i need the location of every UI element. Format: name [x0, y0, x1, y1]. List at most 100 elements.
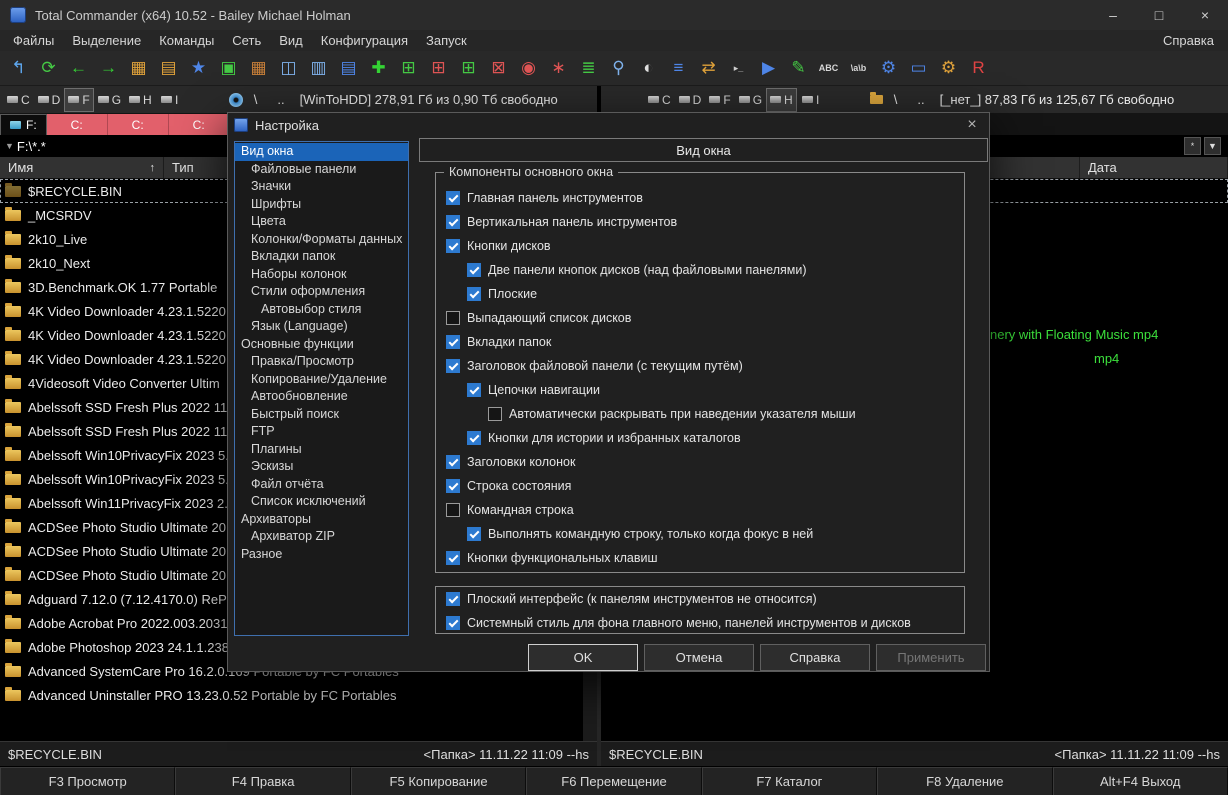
menu-item[interactable]: Выделение [63, 33, 150, 48]
settings-category-item[interactable]: Разное [235, 546, 408, 564]
split-vertical-icon[interactable]: ▥ [305, 55, 332, 82]
chevron-down-icon[interactable]: ▼ [5, 141, 14, 151]
parent-dir-button[interactable]: .. [908, 92, 933, 107]
checkbox-row[interactable]: Плоские [467, 282, 958, 306]
checkbox-box[interactable] [488, 407, 502, 421]
checkbox-box[interactable] [446, 616, 460, 630]
pack-icon[interactable]: ◉ [515, 55, 542, 82]
command-prompt-icon[interactable]: ▸_ [725, 55, 752, 82]
function-key-button[interactable]: F4 Правка [175, 767, 350, 795]
full-view-icon[interactable]: ▤ [155, 55, 182, 82]
favorites-button[interactable]: * [1184, 137, 1201, 155]
checkbox-row[interactable]: Вертикальная панель инструментов [446, 210, 958, 234]
drive-button[interactable]: G [736, 89, 765, 111]
drive-button[interactable]: C [4, 89, 33, 111]
checkbox-row[interactable]: Системный стиль для фона главного меню, … [446, 611, 958, 635]
checkbox-row[interactable]: Цепочки навигации [467, 378, 958, 402]
checkbox-row[interactable]: Командная строка [446, 498, 958, 522]
menu-item[interactable]: Вид [270, 33, 312, 48]
checkbox-row[interactable]: Главная панель инструментов [446, 186, 958, 210]
search-icon[interactable]: ⚲ [605, 55, 632, 82]
drive-button[interactable]: H [767, 89, 796, 111]
regex-rename-icon[interactable]: \a\b [845, 55, 872, 82]
tree-view-icon[interactable]: ≣ [575, 55, 602, 82]
checkbox-box[interactable] [446, 215, 460, 229]
checkbox-box[interactable] [446, 503, 460, 517]
compare-dirs-icon[interactable]: ▤ [335, 55, 362, 82]
drive-button[interactable]: F [65, 89, 92, 111]
function-key-button[interactable]: F8 Удаление [877, 767, 1052, 795]
registry-icon[interactable]: R [965, 55, 992, 82]
checkbox-row[interactable]: Заголовки колонок [446, 450, 958, 474]
remote-desktop-icon[interactable]: ▭ [905, 55, 932, 82]
maximize-button[interactable]: □ [1136, 0, 1182, 30]
folder-tab[interactable]: C: [47, 114, 108, 135]
checkbox-row[interactable]: Кнопки для истории и избранных каталогов [467, 426, 958, 450]
settings-category-item[interactable]: Цвета [235, 213, 408, 231]
drive-button[interactable]: H [126, 89, 155, 111]
settings-category-item[interactable]: Архиваторы [235, 511, 408, 529]
folder-tab[interactable]: F: [0, 114, 47, 135]
checkbox-box[interactable] [446, 592, 460, 606]
settings-category-item[interactable]: Значки [235, 178, 408, 196]
file-name-fragment[interactable]: nery with Floating Music mp4 [990, 323, 1158, 347]
drive-button[interactable]: C [645, 89, 674, 111]
column-header-name[interactable]: Имя ↑ [0, 157, 164, 178]
dialog-close-icon[interactable]: × [961, 116, 983, 134]
function-key-button[interactable]: F3 Просмотр [0, 767, 175, 795]
folder-tab[interactable]: C: [169, 114, 230, 135]
drive-button[interactable]: F [706, 89, 733, 111]
run-icon[interactable]: ▶ [755, 55, 782, 82]
settings-category-item[interactable]: Правка/Просмотр [235, 353, 408, 371]
split-horizontal-icon[interactable]: ◫ [275, 55, 302, 82]
settings-category-item[interactable]: Автовыбор стиля [235, 301, 408, 319]
back-dir-icon[interactable]: ← [65, 55, 92, 82]
checkbox-row[interactable]: Две панели кнопок дисков (над файловыми … [467, 258, 958, 282]
checkbox-box[interactable] [446, 359, 460, 373]
checkbox-box[interactable] [467, 383, 481, 397]
minimize-button[interactable]: – [1090, 0, 1136, 30]
settings-category-item[interactable]: Быстрый поиск [235, 406, 408, 424]
checkbox-row[interactable]: Кнопки дисков [446, 234, 958, 258]
close-button[interactable]: × [1182, 0, 1228, 30]
dialog-button[interactable]: Справка [760, 644, 870, 671]
settings-category-item[interactable]: Язык (Language) [235, 318, 408, 336]
sync-dirs-icon[interactable]: ⇄ [695, 55, 722, 82]
ftp-icon[interactable]: ◐ [635, 55, 662, 82]
settings-category-item[interactable]: Копирование/Удаление [235, 371, 408, 389]
checkbox-box[interactable] [467, 527, 481, 541]
drive-button[interactable]: G [95, 89, 124, 111]
settings-category-item[interactable]: Вкладки папок [235, 248, 408, 266]
settings-category-item[interactable]: Список исключений [235, 493, 408, 511]
checkbox-box[interactable] [467, 287, 481, 301]
settings-category-item[interactable]: Стили оформления [235, 283, 408, 301]
menu-item[interactable]: Файлы [4, 33, 63, 48]
settings-category-item[interactable]: FTP [235, 423, 408, 441]
brief-view-icon[interactable]: ▦ [125, 55, 152, 82]
settings-category-item[interactable]: Основные функции [235, 336, 408, 354]
drive-button[interactable]: I [157, 89, 183, 111]
checkbox-box[interactable] [446, 191, 460, 205]
checkbox-box[interactable] [467, 431, 481, 445]
editor-icon[interactable]: ✎ [785, 55, 812, 82]
function-key-button[interactable]: F6 Перемещение [526, 767, 701, 795]
checkbox-row[interactable]: Плоский интерфейс (к панелям инструменто… [446, 587, 958, 611]
settings-category-item[interactable]: Файл отчёта [235, 476, 408, 494]
dialog-titlebar[interactable]: Настройка × [228, 113, 989, 137]
favorites-icon[interactable]: ★ [185, 55, 212, 82]
checkbox-box[interactable] [446, 551, 460, 565]
settings-gear-icon[interactable]: ⚙ [875, 55, 902, 82]
checkbox-row[interactable]: Кнопки функциональных клавиш [446, 546, 958, 570]
drive-button[interactable]: D [35, 89, 64, 111]
checkbox-row[interactable]: Выпадающий список дисков [446, 306, 958, 330]
checkbox-box[interactable] [467, 263, 481, 277]
settings-category-item[interactable]: Шрифты [235, 196, 408, 214]
dialog-button[interactable]: Отмена [644, 644, 754, 671]
menu-item[interactable]: Сеть [223, 33, 270, 48]
back-icon[interactable]: ↰ [5, 55, 32, 82]
grid-add-icon[interactable]: ⊞ [395, 55, 422, 82]
checkbox-box[interactable] [446, 335, 460, 349]
checkbox-row[interactable]: Заголовок файловой панели (с текущим пут… [446, 354, 958, 378]
checkbox-row[interactable]: Строка состояния [446, 474, 958, 498]
settings-category-item[interactable]: Плагины [235, 441, 408, 459]
